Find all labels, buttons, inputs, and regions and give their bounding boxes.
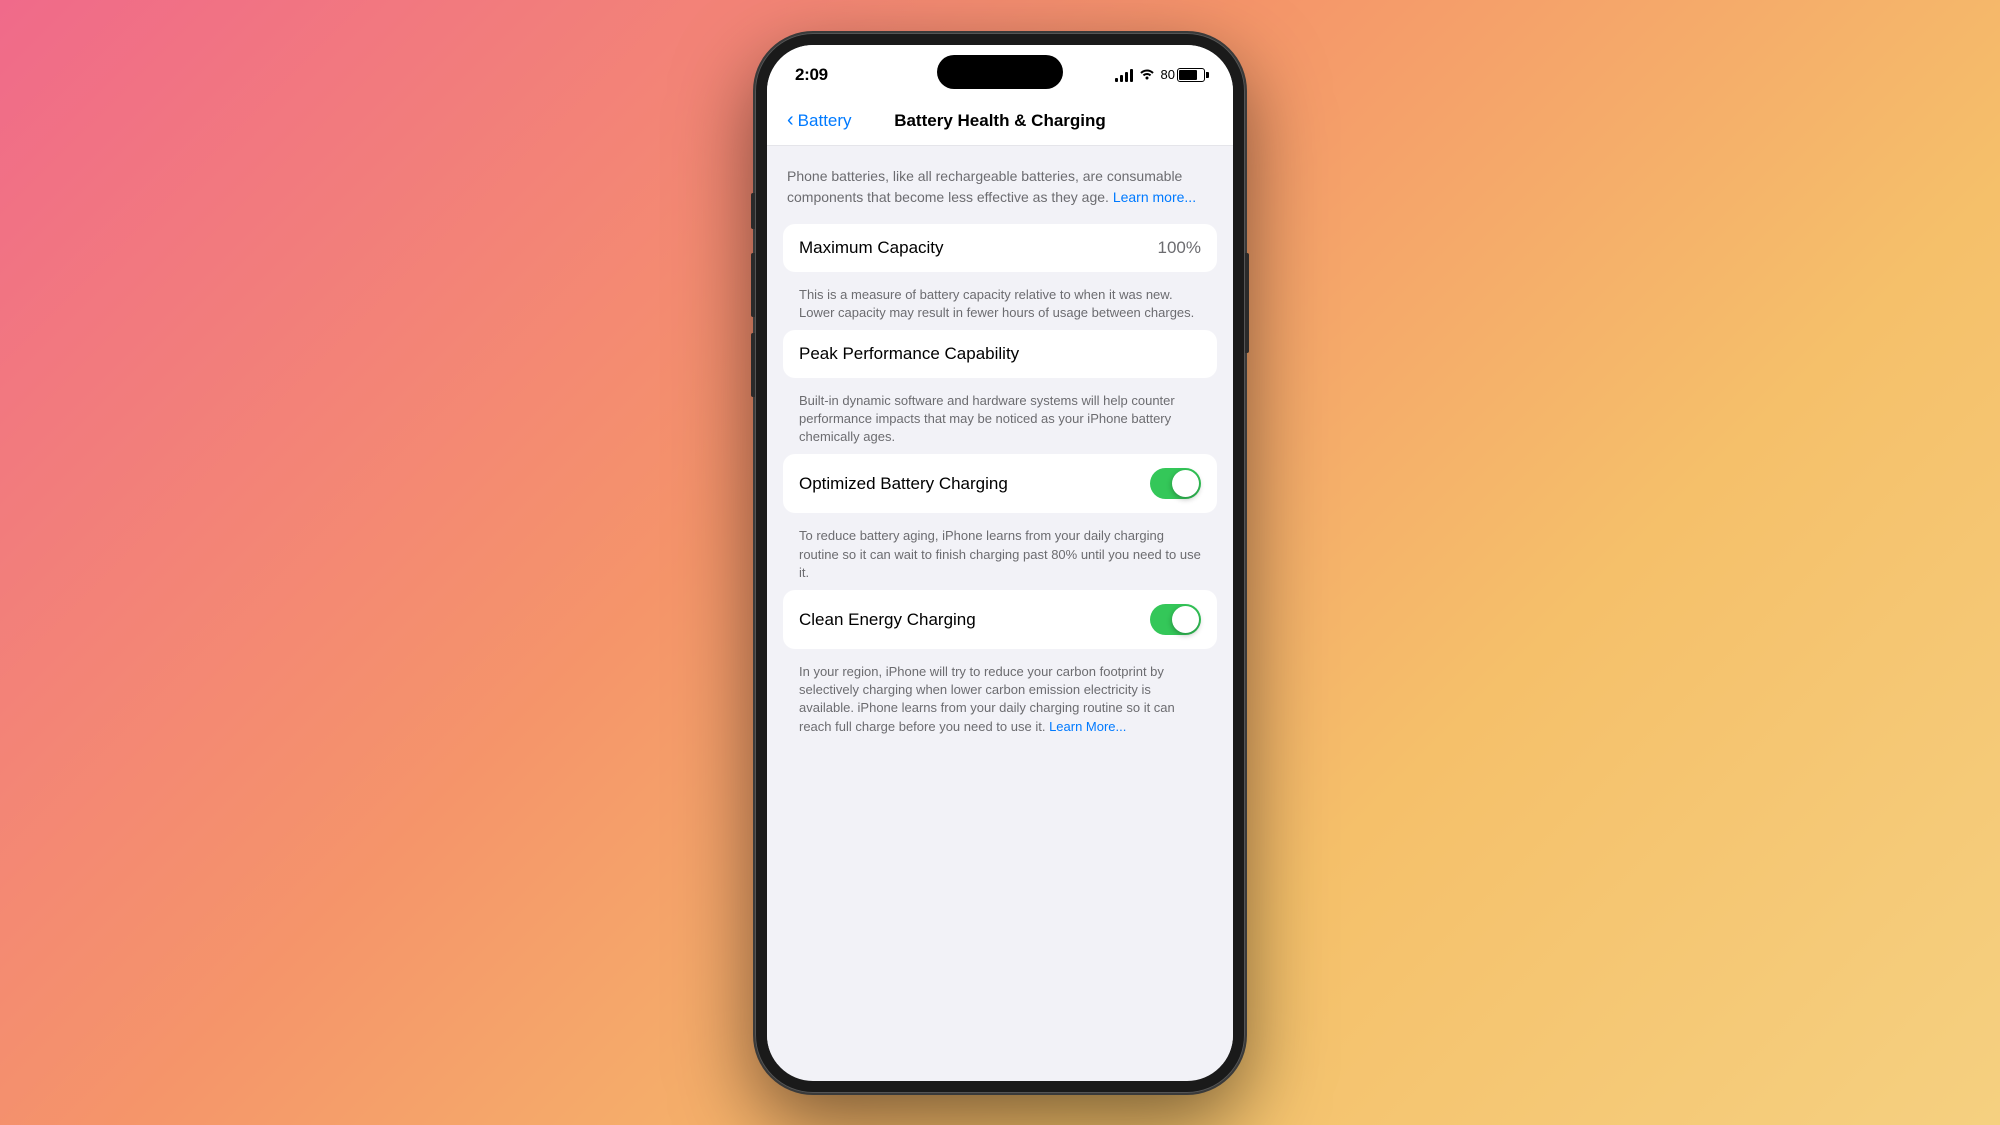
clean-energy-description: In your region, iPhone will try to reduc…	[767, 657, 1233, 744]
optimized-charging-row: Optimized Battery Charging	[783, 454, 1217, 513]
optimized-charging-description: To reduce battery aging, iPhone learns f…	[767, 521, 1233, 590]
status-bar: 2:09 80	[767, 45, 1233, 99]
wifi-icon	[1139, 66, 1155, 83]
clean-energy-card: Clean Energy Charging	[783, 590, 1217, 649]
peak-performance-row: Peak Performance Capability	[783, 330, 1217, 378]
maximum-capacity-card: Maximum Capacity 100%	[783, 224, 1217, 272]
battery-description: Phone batteries, like all rechargeable b…	[767, 146, 1233, 224]
optimized-charging-toggle[interactable]	[1150, 468, 1201, 499]
back-chevron-icon: ‹	[787, 110, 794, 130]
phone-screen: 2:09 80	[767, 45, 1233, 1081]
maximum-capacity-row: Maximum Capacity 100%	[783, 224, 1217, 272]
power-button	[1245, 253, 1249, 353]
optimized-charging-card: Optimized Battery Charging	[783, 454, 1217, 513]
page-title: Battery Health & Charging	[867, 111, 1133, 131]
settings-content: Phone batteries, like all rechargeable b…	[767, 146, 1233, 1064]
clean-energy-row: Clean Energy Charging	[783, 590, 1217, 649]
battery-icon	[1177, 68, 1205, 82]
navigation-header: ‹ Battery Battery Health & Charging	[767, 99, 1233, 146]
battery-percent-label: 80	[1161, 67, 1175, 82]
status-icons: 80	[1115, 66, 1205, 83]
maximum-capacity-description: This is a measure of battery capacity re…	[767, 280, 1233, 330]
signal-icon	[1115, 68, 1133, 82]
peak-performance-description: Built-in dynamic software and hardware s…	[767, 386, 1233, 455]
mute-button	[751, 193, 755, 229]
learn-more-link[interactable]: Learn more...	[1113, 189, 1196, 205]
peak-performance-card: Peak Performance Capability	[783, 330, 1217, 378]
clean-energy-toggle[interactable]	[1150, 604, 1201, 635]
dynamic-island	[937, 55, 1063, 89]
maximum-capacity-value: 100%	[1158, 238, 1201, 258]
phone-device: 2:09 80	[755, 33, 1245, 1093]
clean-energy-label: Clean Energy Charging	[799, 610, 976, 630]
back-button[interactable]: ‹ Battery	[787, 111, 867, 131]
battery-status-indicator: 80	[1161, 67, 1205, 82]
back-label: Battery	[798, 111, 852, 131]
clean-energy-learn-more-link[interactable]: Learn More...	[1049, 719, 1126, 734]
status-time: 2:09	[795, 65, 828, 85]
volume-down-button	[751, 333, 755, 397]
volume-up-button	[751, 253, 755, 317]
peak-performance-label: Peak Performance Capability	[799, 344, 1019, 364]
optimized-charging-label: Optimized Battery Charging	[799, 474, 1008, 494]
maximum-capacity-label: Maximum Capacity	[799, 238, 944, 258]
